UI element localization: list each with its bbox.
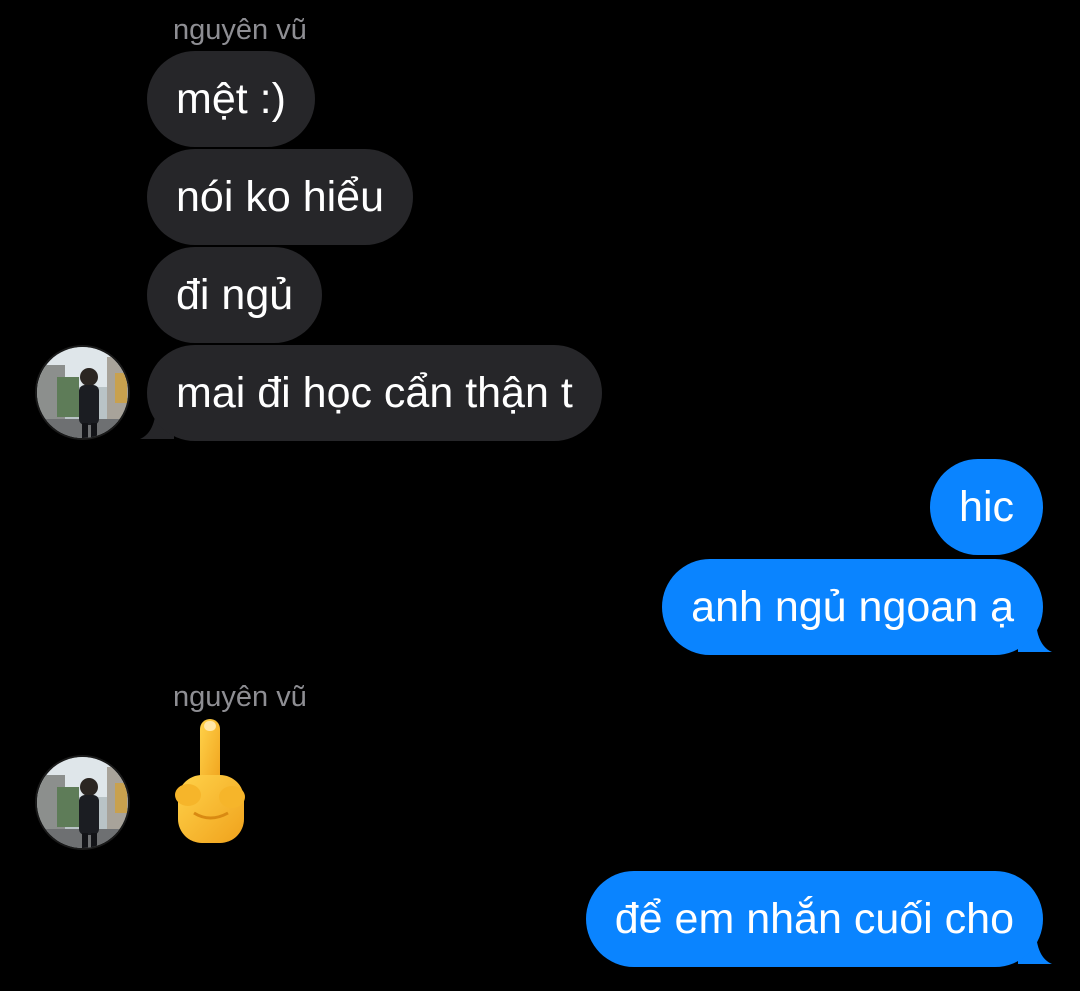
outgoing-message-bubble[interactable]: hic	[930, 459, 1043, 555]
message-text: anh ngủ ngoan ạ	[691, 583, 1014, 631]
sender-name: nguyên vũ	[173, 14, 307, 46]
avatar[interactable]	[35, 345, 130, 440]
middle-finger-emoji-icon	[175, 719, 245, 843]
incoming-message-bubble[interactable]: mai đi học cẩn thận t	[147, 345, 602, 441]
outgoing-message-bubble[interactable]: để em nhắn cuối cho	[585, 871, 1043, 967]
incoming-message-bubble[interactable]: mệt :)	[147, 51, 315, 147]
message-text: mệt :)	[176, 75, 286, 123]
incoming-message-bubble[interactable]: nói ko hiểu	[147, 149, 413, 245]
message-text: đi ngủ	[176, 271, 294, 319]
avatar[interactable]	[35, 755, 130, 850]
emoji-message[interactable]	[170, 715, 250, 850]
sender-name: nguyên vũ	[173, 681, 307, 713]
avatar-photo-icon	[37, 757, 128, 848]
incoming-message-bubble[interactable]: đi ngủ	[147, 247, 323, 343]
message-text: hic	[959, 483, 1014, 531]
message-text: nói ko hiểu	[176, 173, 384, 221]
avatar-photo-icon	[37, 347, 128, 438]
outgoing-message-bubble[interactable]: anh ngủ ngoan ạ	[662, 559, 1043, 655]
message-text: để em nhắn cuối cho	[614, 895, 1014, 943]
message-text: mai đi học cẩn thận t	[176, 369, 573, 417]
